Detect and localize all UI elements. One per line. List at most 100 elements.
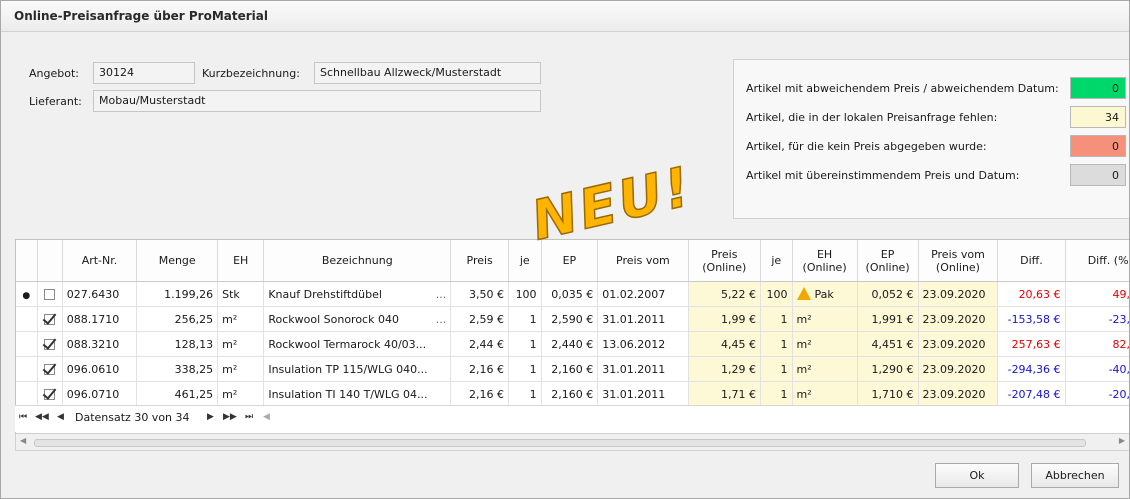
cell-je-online: 1 <box>760 306 793 332</box>
table-row[interactable]: 096.0710 461,25 m² Insulation TI 140 T/WLG … <box>16 381 1129 407</box>
scroll-left-small-icon[interactable]: ◀ <box>263 412 270 422</box>
header-preis-vom-online[interactable]: Preis vom (Online) <box>918 240 999 282</box>
cell-text: 31.01.2011 <box>602 362 666 376</box>
header-preis-vom[interactable]: Preis vom <box>597 240 689 282</box>
row-indicator-cell <box>16 306 38 332</box>
cell-preis-vom-online: 23.09.2020 <box>918 281 999 307</box>
cell-text: 1 <box>529 362 537 376</box>
cancel-button[interactable]: Abbrechen <box>1031 463 1119 488</box>
angebot-label: Angebot: <box>29 67 79 80</box>
cell-text: 1,290 € <box>871 362 914 376</box>
header-diff-pct[interactable]: Diff. (%) <box>1065 240 1129 282</box>
cell-text: 2,44 € <box>469 337 505 351</box>
cell-eh-online: m² <box>792 331 858 357</box>
cell-text: 100 <box>766 287 788 301</box>
row-indicator-cell <box>16 381 38 407</box>
stat-label-uebereinstimmend: Artikel mit übereinstimmendem Preis und … <box>746 169 1020 182</box>
cell-text: 096.0610 <box>66 362 120 376</box>
cell-text: m² <box>796 387 812 401</box>
cell-text: 2,440 € <box>551 337 594 351</box>
row-checkbox[interactable] <box>44 339 56 350</box>
header-checkbox <box>37 240 63 282</box>
cell-text: 1,29 € <box>721 362 757 376</box>
cell-menge: 256,25 <box>136 306 219 332</box>
scroll-left-icon[interactable]: ◀ <box>20 436 26 445</box>
cell-preis-vom-online: 23.09.2020 <box>918 331 999 357</box>
cell-art-nr: 096.0610 <box>62 356 138 382</box>
cell-preis-vom-online: 23.09.2020 <box>918 306 999 332</box>
row-checkbox[interactable] <box>44 364 56 375</box>
row-checkbox-cell <box>37 281 63 307</box>
cell-art-nr: 088.3210 <box>62 331 138 357</box>
header-eh-online[interactable]: EH (Online) <box>792 240 858 282</box>
ellipsis-button[interactable]: ... <box>436 313 447 326</box>
next-record-icon[interactable]: ▶ <box>207 412 214 422</box>
ok-button[interactable]: Ok <box>935 463 1019 488</box>
cell-text: 461,25 <box>174 387 214 401</box>
cell-text: 4,45 € <box>721 337 757 351</box>
cell-ep-online: 1,710 € <box>857 381 919 407</box>
cell-text: m² <box>796 312 812 326</box>
warning-icon <box>796 287 811 300</box>
cell-je: 100 <box>508 281 542 307</box>
first-record-icon[interactable]: ⏮ <box>19 412 27 422</box>
cell-menge: 461,25 <box>136 381 219 407</box>
cell-je: 1 <box>508 356 542 382</box>
header-eh[interactable]: EH <box>217 240 265 282</box>
cell-preis: 2,44 € <box>450 331 510 357</box>
last-record-icon[interactable]: ⏭ <box>245 412 253 422</box>
cell-text: Rockwool Sonorock 040 <box>268 312 399 326</box>
cell-text: 1,710 € <box>871 387 914 401</box>
header-je[interactable]: je <box>508 240 542 282</box>
row-checkbox[interactable] <box>44 314 56 325</box>
horizontal-scrollbar[interactable]: ◀ ▶ <box>15 433 1129 451</box>
previous-record-icon[interactable]: ◀ <box>57 412 64 422</box>
stat-label-abweichend: Artikel mit abweichendem Preis / abweich… <box>746 82 1059 95</box>
table-row[interactable]: ● 027.6430 1.199,26 Stk Knauf Drehstiftdübel… <box>16 281 1129 307</box>
table-row[interactable]: 088.1710 256,25 m² Rockwool Sonorock 040...… <box>16 306 1129 332</box>
lieferant-field[interactable]: Mobau/Musterstadt <box>93 90 541 112</box>
table-row[interactable]: 088.3210 128,13 m² Rockwool Termarock 40/03… <box>16 331 1129 357</box>
cell-text: 1,99 € <box>721 312 757 326</box>
header-bezeichnung[interactable]: Bezeichnung <box>263 240 452 282</box>
scrollbar-thumb[interactable] <box>34 439 1086 447</box>
header-preis-online[interactable]: Preis (Online) <box>688 240 762 282</box>
cell-preis-vom: 31.01.2011 <box>597 306 689 332</box>
header-ep-online[interactable]: EP (Online) <box>857 240 919 282</box>
header-preis[interactable]: Preis <box>450 240 510 282</box>
cell-text: -207,48 € <box>1007 387 1061 401</box>
row-checkbox[interactable] <box>44 389 56 400</box>
next-page-icon[interactable]: ▶▶ <box>223 412 237 422</box>
ellipsis-button[interactable]: ... <box>436 288 447 301</box>
row-checkbox[interactable] <box>44 289 56 300</box>
scroll-right-icon[interactable]: ▶ <box>1119 436 1125 445</box>
cell-eh: m² <box>217 306 265 332</box>
cell-diff: -153,58 € <box>997 306 1066 332</box>
stat-value-abweichend: 0 <box>1070 77 1126 99</box>
header-art-nr[interactable]: Art-Nr. <box>62 240 138 282</box>
cell-text: -153,58 € <box>1007 312 1061 326</box>
cell-preis: 2,59 € <box>450 306 510 332</box>
header-diff[interactable]: Diff. <box>997 240 1066 282</box>
cell-text: Pak <box>814 288 834 301</box>
kurzbezeichnung-field[interactable]: Schnellbau Allzweck/Musterstadt <box>314 62 541 84</box>
cell-text: 4,451 € <box>871 337 914 351</box>
angebot-field[interactable]: 30124 <box>93 62 195 84</box>
cell-text: 1 <box>529 312 537 326</box>
header-je-online[interactable]: je <box>760 240 793 282</box>
previous-page-icon[interactable]: ◀◀ <box>35 412 49 422</box>
cell-text: 31.01.2011 <box>602 312 666 326</box>
header-menge[interactable]: Menge <box>136 240 219 282</box>
table-row[interactable]: 096.0610 338,25 m² Insulation TP 115/WLG 04… <box>16 356 1129 382</box>
row-indicator-cell: ● <box>16 281 38 307</box>
cell-je-online: 1 <box>760 331 793 357</box>
cell-text: 1,991 € <box>871 312 914 326</box>
cell-text: 23.09.2020 <box>922 362 986 376</box>
cell-menge: 338,25 <box>136 356 219 382</box>
window-title: Online-Preisanfrage über ProMaterial <box>14 9 269 23</box>
cell-diff: -207,48 € <box>997 381 1066 407</box>
table-header-row: Art-Nr. Menge EH Bezeichnung Preis je EP… <box>16 240 1129 282</box>
cell-art-nr: 096.0710 <box>62 381 138 407</box>
cell-eh-online: m² <box>792 306 858 332</box>
cell-art-nr: 027.6430 <box>62 281 138 307</box>
